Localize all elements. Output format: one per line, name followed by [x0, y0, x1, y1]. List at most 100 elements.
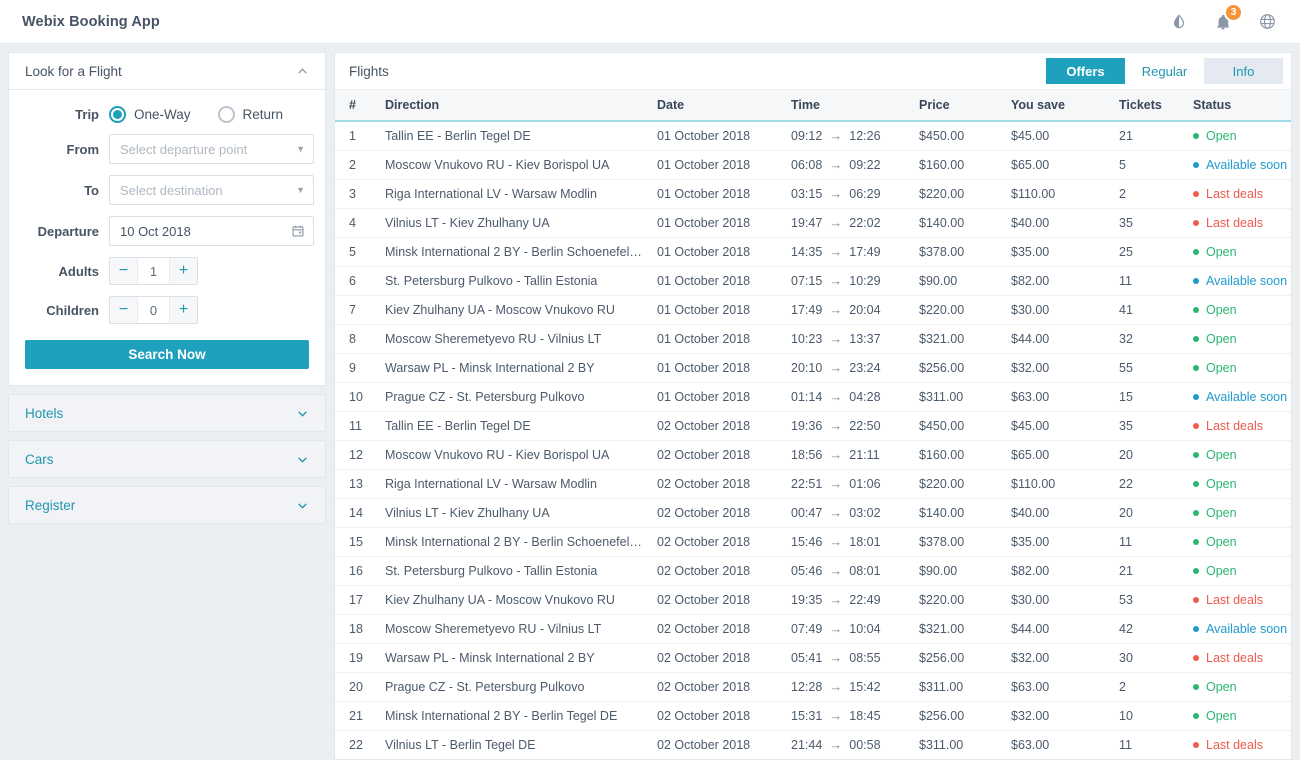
status-label: Available soon [1206, 273, 1288, 288]
col-header-tickets[interactable]: Tickets [1113, 90, 1187, 122]
table-row[interactable]: 4 Vilnius LT - Kiev Zhulhany UA 01 October… [335, 208, 1291, 238]
table-row[interactable]: 21 Minsk International 2 BY - Berlin Tege… [335, 701, 1291, 731]
cell-time: 19:47 → 22:02 [785, 208, 913, 238]
cell-time: 19:36 → 22:50 [785, 411, 913, 441]
status-label: Last deals [1206, 215, 1263, 230]
globe-icon[interactable] [1256, 11, 1278, 33]
arrow-right-icon: → [829, 505, 843, 520]
col-header-number[interactable]: # [335, 90, 379, 122]
cell-status: Available soon [1187, 614, 1291, 644]
cell-time: 14:35 → 17:49 [785, 237, 913, 267]
sidebar-item-register[interactable]: Register [8, 486, 326, 524]
table-row[interactable]: 15 Minsk International 2 BY - Berlin Scho… [335, 527, 1291, 557]
table-row[interactable]: 22 Vilnius LT - Berlin Tegel DE 02 October… [335, 730, 1291, 759]
children-increment-button[interactable]: + [169, 297, 197, 323]
status-badge: Open [1193, 680, 1285, 694]
radio-one-way[interactable]: One-Way [109, 106, 191, 123]
cell-status: Last deals [1187, 585, 1291, 615]
cell-date: 01 October 2018 [651, 208, 785, 238]
cell-price: $220.00 [913, 295, 1005, 325]
cell-you-save: $63.00 [1005, 730, 1113, 759]
cell-number: 18 [335, 614, 379, 644]
cell-you-save: $30.00 [1005, 585, 1113, 615]
contrast-icon[interactable] [1168, 11, 1190, 33]
cell-status: Open [1187, 469, 1291, 499]
cell-number: 22 [335, 730, 379, 759]
children-value[interactable]: 0 [138, 297, 169, 323]
table-row[interactable]: 12 Moscow Vnukovo RU - Kiev Borispol UA 02… [335, 440, 1291, 470]
table-row[interactable]: 8 Moscow Sheremetyevo RU - Vilnius LT 01 O… [335, 324, 1291, 354]
status-badge: Last deals [1193, 187, 1285, 201]
col-header-price[interactable]: Price [913, 90, 1005, 122]
cell-you-save: $45.00 [1005, 411, 1113, 441]
table-row[interactable]: 20 Prague CZ - St. Petersburg Pulkovo 02 O… [335, 672, 1291, 702]
table-row[interactable]: 2 Moscow Vnukovo RU - Kiev Borispol UA 01 … [335, 150, 1291, 180]
search-now-button[interactable]: Search Now [25, 340, 309, 369]
table-row[interactable]: 5 Minsk International 2 BY - Berlin Schoe… [335, 237, 1291, 267]
trip-label: Trip [75, 107, 99, 122]
col-header-you-save[interactable]: You save [1005, 90, 1113, 122]
cell-status: Open [1187, 527, 1291, 557]
tab-info[interactable]: Info [1204, 58, 1283, 84]
table-row[interactable]: 19 Warsaw PL - Minsk International 2 BY 02… [335, 643, 1291, 673]
status-dot-icon [1193, 248, 1199, 255]
children-decrement-button[interactable]: − [110, 297, 138, 323]
col-header-direction[interactable]: Direction [379, 90, 651, 122]
from-select[interactable]: Select departure point ▼ [109, 134, 314, 164]
departure-date-input[interactable]: 10 Oct 2018 [109, 216, 314, 246]
cell-number: 3 [335, 179, 379, 209]
table-row[interactable]: 3 Riga International LV - Warsaw Modlin 01… [335, 179, 1291, 209]
radio-one-way-label: One-Way [134, 107, 191, 122]
status-label: Open [1206, 679, 1237, 694]
table-row[interactable]: 14 Vilnius LT - Kiev Zhulhany UA 02 Octobe… [335, 498, 1291, 528]
col-header-status[interactable]: Status [1187, 90, 1291, 122]
chevron-up-icon [296, 65, 309, 78]
cell-date: 02 October 2018 [651, 556, 785, 586]
cell-time: 01:14 → 04:28 [785, 382, 913, 412]
radio-return-label: Return [242, 107, 284, 122]
col-header-date[interactable]: Date [651, 90, 785, 122]
table-row[interactable]: 18 Moscow Sheremetyevo RU - Vilnius LT 02 … [335, 614, 1291, 644]
table-row[interactable]: 17 Kiev Zhulhany UA - Moscow Vnukovo RU 02… [335, 585, 1291, 615]
radio-dot-selected-icon [109, 106, 126, 123]
cell-direction: Warsaw PL - Minsk International 2 BY [379, 643, 651, 673]
cell-status: Open [1187, 672, 1291, 702]
tab-regular[interactable]: Regular [1125, 58, 1204, 84]
status-dot-icon [1193, 364, 1199, 371]
from-label: From [66, 141, 100, 157]
status-badge: Last deals [1193, 593, 1285, 607]
chevron-down-icon [296, 453, 309, 466]
arrival-time: 00:58 [849, 737, 881, 752]
arrow-right-icon: → [829, 244, 843, 259]
table-row[interactable]: 10 Prague CZ - St. Petersburg Pulkovo 01 O… [335, 382, 1291, 412]
accordion-header-flight[interactable]: Look for a Flight [8, 52, 326, 90]
table-row[interactable]: 9 Warsaw PL - Minsk International 2 BY 01 … [335, 353, 1291, 383]
departure-time: 06:08 [791, 157, 823, 172]
trip-radio-group: One-Way Return [109, 106, 309, 123]
cell-status: Last deals [1187, 411, 1291, 441]
radio-return[interactable]: Return [217, 106, 284, 123]
table-row[interactable]: 16 St. Petersburg Pulkovo - Tallin Estoni… [335, 556, 1291, 586]
sidebar: Look for a Flight Trip One-Way Return Fr… [8, 52, 326, 760]
table-row[interactable]: 7 Kiev Zhulhany UA - Moscow Vnukovo RU 01 … [335, 295, 1291, 325]
bell-icon[interactable]: 3 [1212, 2, 1243, 33]
col-header-time[interactable]: Time [785, 90, 913, 122]
arrival-time: 18:45 [849, 708, 881, 723]
sidebar-item-hotels[interactable]: Hotels [8, 394, 326, 432]
sidebar-item-cars[interactable]: Cars [8, 440, 326, 478]
table-row[interactable]: 13 Riga International LV - Warsaw Modlin 0… [335, 469, 1291, 499]
tab-offers[interactable]: Offers [1046, 58, 1125, 84]
cell-you-save: $82.00 [1005, 556, 1113, 586]
adults-increment-button[interactable]: + [169, 258, 197, 284]
calendar-icon[interactable] [291, 224, 305, 238]
adults-decrement-button[interactable]: − [110, 258, 138, 284]
table-row[interactable]: 11 Tallin EE - Berlin Tegel DE 02 October … [335, 411, 1291, 441]
adults-value[interactable]: 1 [138, 258, 169, 284]
to-select[interactable]: Select destination ▼ [109, 175, 314, 205]
table-row[interactable]: 1 Tallin EE - Berlin Tegel DE 01 October 2… [335, 121, 1291, 151]
status-dot-icon [1193, 480, 1199, 487]
table-row[interactable]: 6 St. Petersburg Pulkovo - Tallin Estonia… [335, 266, 1291, 296]
flights-table-container[interactable]: # Direction Date Time Price You save Tic… [335, 90, 1291, 759]
status-label: Last deals [1206, 737, 1263, 752]
header-actions: 3 [1168, 2, 1278, 33]
